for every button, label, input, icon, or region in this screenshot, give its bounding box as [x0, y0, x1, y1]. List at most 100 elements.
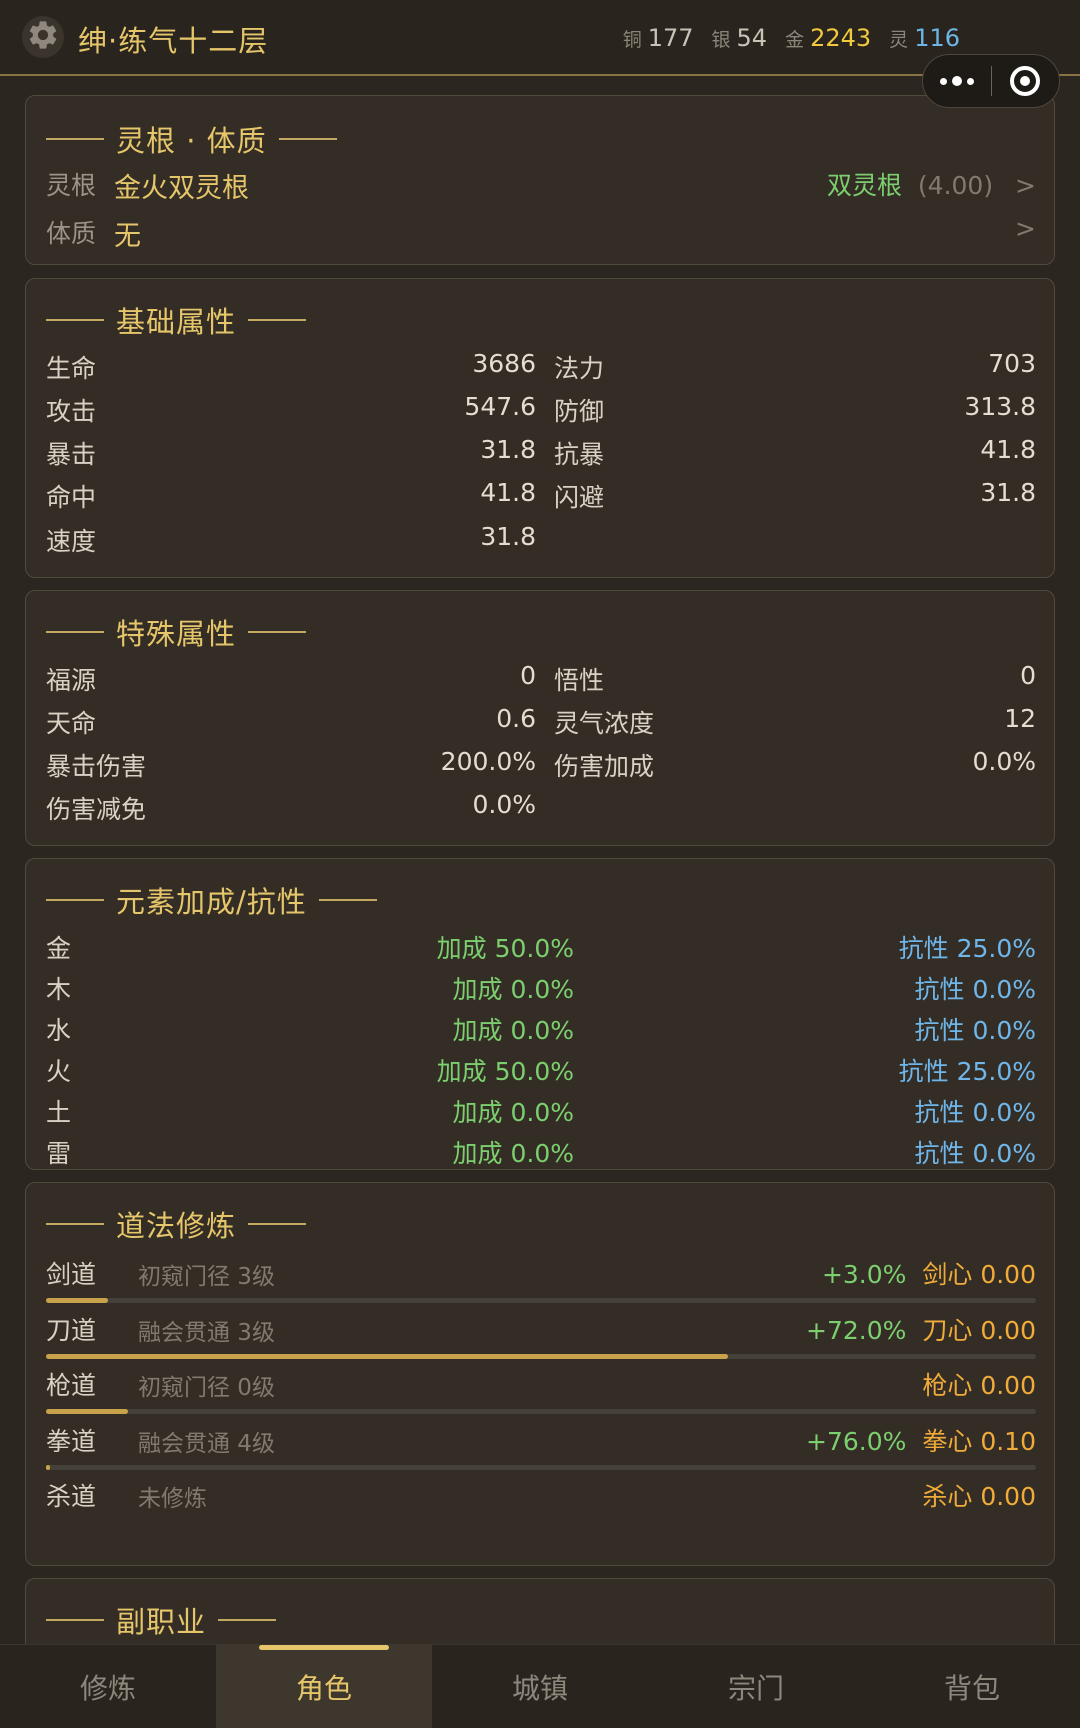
attr-value: 0 [1020, 661, 1036, 690]
dao-stage: 融会贯通 4级 [138, 1431, 275, 1457]
tab-sect[interactable]: 宗门 [648, 1645, 864, 1728]
lingen-label: 灵根 [46, 171, 97, 200]
dao-effect: +76.0% 拳心 0.10 [626, 1422, 1036, 1458]
bottom-nav: 修炼 角色 城镇 宗门 背包 [0, 1644, 1080, 1728]
tab-cultivate[interactable]: 修炼 [0, 1645, 216, 1728]
dao-progress-bar [46, 1354, 1036, 1359]
spirit-label: 灵 [889, 29, 909, 51]
root-card: 灵根 · 体质 灵根 金火双灵根 双灵根 (4.00) > 体质 无 > [25, 95, 1055, 265]
attr-label: 伤害加成 [554, 752, 655, 781]
dao-effect: 杀心 0.00 [626, 1477, 1036, 1513]
dao-bonus: +72.0% [806, 1316, 907, 1345]
dao-heart: 枪心 0.00 [922, 1371, 1036, 1400]
attr-value: 200.0% [440, 747, 536, 776]
element-resist: 抗性 0.0% [914, 1139, 1036, 1168]
dao-progress-bar [46, 1298, 1036, 1303]
dao-progress-bar [46, 1465, 1036, 1470]
more-dots-icon [966, 77, 974, 85]
main-scroll-area[interactable]: 灵根 · 体质 灵根 金火双灵根 双灵根 (4.00) > 体质 无 > 基础属… [0, 78, 1080, 1644]
lingen-row[interactable]: 灵根 金火双灵根 双灵根 (4.00) > [46, 166, 1036, 204]
attr-value: 0.0% [472, 790, 536, 819]
attr-label: 防御 [554, 397, 605, 426]
attr-value: 12 [1004, 704, 1036, 733]
settings-button[interactable] [22, 16, 64, 58]
tab-label: 修炼 [79, 1672, 136, 1705]
sub-card-title: 副职业 [46, 1599, 277, 1641]
dao-heart: 剑心 0.00 [922, 1260, 1036, 1289]
element-bonus: 加成 50.0% [436, 934, 574, 963]
currency-silver: 银 54 [712, 24, 768, 52]
spirit-value: 116 [914, 24, 960, 52]
silver-label: 银 [711, 29, 731, 51]
root-card-title: 灵根 · 体质 [46, 118, 337, 160]
dao-stage: 初窥门径 3级 [138, 1264, 275, 1290]
tab-label: 宗门 [727, 1672, 784, 1705]
attr-label: 速度 [46, 527, 97, 556]
element-card-title: 元素加成/抗性 [46, 879, 377, 921]
tizhi-label: 体质 [46, 219, 97, 248]
dao-stage: 融会贯通 3级 [138, 1320, 275, 1346]
dao-progress-bar [46, 1409, 1036, 1414]
tab-bag[interactable]: 背包 [864, 1645, 1080, 1728]
dao-effect: +72.0% 刀心 0.00 [626, 1311, 1036, 1347]
element-bonus: 加成 50.0% [436, 1057, 574, 1086]
attr-value: 313.8 [964, 392, 1036, 421]
dao-name: 刀道 [46, 1316, 97, 1345]
element-bonus: 加成 0.0% [452, 975, 574, 1004]
dao-heart: 刀心 0.00 [922, 1316, 1036, 1345]
dao-effect: 枪心 0.00 [626, 1366, 1036, 1402]
lingen-value: 金火双灵根 [114, 173, 249, 204]
dao-card: 道法修炼 剑道 初窥门径 3级 +3.0% 剑心 0.00 刀道 融会贯通 3级… [25, 1182, 1055, 1566]
gold-label: 金 [785, 29, 805, 51]
element-resist: 抗性 25.0% [898, 1057, 1036, 1086]
element-name: 火 [46, 1057, 72, 1086]
attr-label: 悟性 [554, 666, 605, 695]
chevron-right-icon: > [1015, 171, 1036, 200]
attr-value: 0 [520, 661, 536, 690]
attr-label: 暴击 [46, 440, 97, 469]
miniprogram-capsule [922, 54, 1060, 108]
sub-profession-card: 副职业 [25, 1578, 1055, 1644]
element-resist: 抗性 0.0% [914, 1098, 1036, 1127]
attr-label: 灵气浓度 [554, 709, 655, 738]
element-card: 元素加成/抗性 金 加成 50.0% 抗性 25.0% 木 加成 0.0% 抗性… [25, 858, 1055, 1170]
tab-town[interactable]: 城镇 [432, 1645, 648, 1728]
special-attributes-card: 特殊属性 福源 0 悟性 0 天命 0.6 灵气浓度 12 暴击伤害 200.0… [25, 590, 1055, 846]
close-miniprogram-button[interactable] [992, 55, 1060, 107]
attr-value: 41.8 [980, 435, 1036, 464]
attr-label: 闪避 [554, 483, 605, 512]
dao-effect: +3.0% 剑心 0.00 [626, 1255, 1036, 1291]
dao-name: 拳道 [46, 1427, 97, 1456]
attr-value: 3686 [472, 349, 536, 378]
currency-spirit: 灵 116 [889, 24, 960, 52]
dao-bonus: +3.0% [821, 1260, 907, 1289]
more-menu-button[interactable] [923, 55, 991, 107]
tab-label: 角色 [295, 1672, 352, 1705]
attr-value: 31.8 [980, 478, 1036, 507]
special-card-title: 特殊属性 [46, 611, 307, 653]
element-bonus: 加成 0.0% [452, 1098, 574, 1127]
chevron-right-icon: > [1015, 214, 1036, 243]
attr-value: 547.6 [464, 392, 536, 421]
attr-value: 31.8 [480, 435, 536, 464]
element-name: 雷 [46, 1139, 72, 1168]
element-bonus: 加成 0.0% [452, 1139, 574, 1168]
element-resist: 抗性 25.0% [898, 934, 1036, 963]
attr-label: 攻击 [46, 397, 97, 426]
attr-value: 31.8 [480, 522, 536, 551]
attr-value: 0.0% [972, 747, 1036, 776]
gear-icon [26, 18, 60, 56]
currency-copper: 铜 177 [623, 24, 694, 52]
element-name: 土 [46, 1098, 72, 1127]
tab-label: 背包 [943, 1672, 1000, 1705]
currency-gold: 金 2243 [785, 24, 871, 52]
lingen-type: 双灵根 [826, 171, 902, 200]
tizhi-row[interactable]: 体质 无 > [46, 214, 1036, 252]
gold-value: 2243 [810, 24, 872, 52]
active-tab-indicator [259, 1645, 389, 1650]
attr-label: 暴击伤害 [46, 752, 147, 781]
attr-label: 命中 [46, 483, 97, 512]
tab-character[interactable]: 角色 [216, 1645, 432, 1728]
top-header: 绅·练气十二层 铜 177 银 54 金 2243 灵 116 [0, 0, 1080, 76]
dao-heart: 杀心 0.00 [922, 1482, 1036, 1511]
